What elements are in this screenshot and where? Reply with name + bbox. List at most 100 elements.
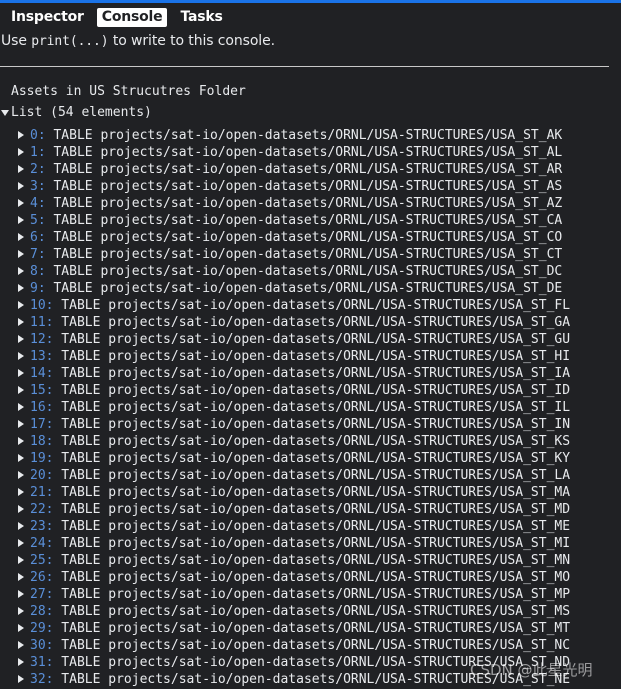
list-item[interactable]: 1: TABLE projects/sat-io/open-datasets/O… <box>18 144 621 161</box>
item-index: 30: <box>30 638 54 653</box>
list-item[interactable]: 16: TABLE projects/sat-io/open-datasets/… <box>18 399 621 416</box>
item-text: TABLE projects/sat-io/open-datasets/ORNL… <box>53 587 571 602</box>
caret-right-icon <box>18 555 24 564</box>
item-index: 22: <box>30 502 54 517</box>
caret-right-icon <box>18 657 24 666</box>
list-item[interactable]: 15: TABLE projects/sat-io/open-datasets/… <box>18 382 621 399</box>
caret-right-icon <box>18 215 24 224</box>
caret-right-icon <box>18 368 24 377</box>
item-text: TABLE projects/sat-io/open-datasets/ORNL… <box>53 383 571 398</box>
list-item[interactable]: 6: TABLE projects/sat-io/open-datasets/O… <box>18 229 621 246</box>
caret-right-icon <box>18 283 24 292</box>
item-index: 5: <box>30 213 46 228</box>
list-item[interactable]: 5: TABLE projects/sat-io/open-datasets/O… <box>18 212 621 229</box>
top-bar: Inspector Console Tasks <box>0 0 621 28</box>
item-text: TABLE projects/sat-io/open-datasets/ORNL… <box>53 434 571 449</box>
list-item[interactable]: 11: TABLE projects/sat-io/open-datasets/… <box>18 314 621 331</box>
list-item[interactable]: 18: TABLE projects/sat-io/open-datasets/… <box>18 433 621 450</box>
caret-right-icon <box>18 385 24 394</box>
list-item[interactable]: 28: TABLE projects/sat-io/open-datasets/… <box>18 603 621 620</box>
list-item[interactable]: 17: TABLE projects/sat-io/open-datasets/… <box>18 416 621 433</box>
list-item[interactable]: 0: TABLE projects/sat-io/open-datasets/O… <box>18 127 621 144</box>
item-index: 19: <box>30 451 54 466</box>
caret-right-icon <box>18 504 24 513</box>
list-item[interactable]: 20: TABLE projects/sat-io/open-datasets/… <box>18 467 621 484</box>
item-text: TABLE projects/sat-io/open-datasets/ORNL… <box>53 570 571 585</box>
list-item[interactable]: 12: TABLE projects/sat-io/open-datasets/… <box>18 331 621 348</box>
list-label: List (54 elements) <box>11 105 152 120</box>
item-text: TABLE projects/sat-io/open-datasets/ORNL… <box>45 281 563 296</box>
list-item[interactable]: 26: TABLE projects/sat-io/open-datasets/… <box>18 569 621 586</box>
list-item[interactable]: 27: TABLE projects/sat-io/open-datasets/… <box>18 586 621 603</box>
item-index: 28: <box>30 604 54 619</box>
item-index: 6: <box>30 230 46 245</box>
caret-right-icon <box>18 572 24 581</box>
caret-right-icon <box>18 181 24 190</box>
item-index: 12: <box>30 332 54 347</box>
list-item[interactable]: 13: TABLE projects/sat-io/open-datasets/… <box>18 348 621 365</box>
caret-right-icon <box>18 249 24 258</box>
caret-right-icon <box>18 674 24 683</box>
hint-prefix: Use <box>1 33 32 49</box>
item-text: TABLE projects/sat-io/open-datasets/ORNL… <box>53 349 571 364</box>
item-index: 29: <box>30 621 54 636</box>
list-item[interactable]: 30: TABLE projects/sat-io/open-datasets/… <box>18 637 621 654</box>
hint-code: print(...) <box>31 34 109 49</box>
list-item[interactable]: 29: TABLE projects/sat-io/open-datasets/… <box>18 620 621 637</box>
output-heading: Assets in US Strucutres Folder <box>11 84 246 99</box>
caret-right-icon <box>18 487 24 496</box>
list-item[interactable]: 22: TABLE projects/sat-io/open-datasets/… <box>18 501 621 518</box>
item-index: 9: <box>30 281 46 296</box>
list-item[interactable]: 7: TABLE projects/sat-io/open-datasets/O… <box>18 246 621 263</box>
item-index: 3: <box>30 179 46 194</box>
list-item[interactable]: 4: TABLE projects/sat-io/open-datasets/O… <box>18 195 621 212</box>
item-text: TABLE projects/sat-io/open-datasets/ORNL… <box>53 298 571 313</box>
watermark: CSDN @此星光明 <box>470 661 593 679</box>
list-item[interactable]: 2: TABLE projects/sat-io/open-datasets/O… <box>18 161 621 178</box>
list-item[interactable]: 10: TABLE projects/sat-io/open-datasets/… <box>18 297 621 314</box>
list-item[interactable]: 24: TABLE projects/sat-io/open-datasets/… <box>18 535 621 552</box>
item-index: 13: <box>30 349 54 364</box>
item-text: TABLE projects/sat-io/open-datasets/ORNL… <box>53 621 571 636</box>
list-item[interactable]: 3: TABLE projects/sat-io/open-datasets/O… <box>18 178 621 195</box>
item-index: 7: <box>30 247 46 262</box>
item-text: TABLE projects/sat-io/open-datasets/ORNL… <box>53 519 571 534</box>
caret-right-icon <box>18 300 24 309</box>
caret-right-icon <box>18 266 24 275</box>
list-item[interactable]: 9: TABLE projects/sat-io/open-datasets/O… <box>18 280 621 297</box>
tab-console[interactable]: Console <box>96 7 168 27</box>
item-text: TABLE projects/sat-io/open-datasets/ORNL… <box>53 536 571 551</box>
console-divider <box>0 66 609 67</box>
item-index: 31: <box>30 655 54 670</box>
item-text: TABLE projects/sat-io/open-datasets/ORNL… <box>45 128 563 143</box>
item-index: 27: <box>30 587 54 602</box>
item-text: TABLE projects/sat-io/open-datasets/ORNL… <box>53 451 571 466</box>
item-index: 8: <box>30 264 46 279</box>
item-text: TABLE projects/sat-io/open-datasets/ORNL… <box>45 179 563 194</box>
caret-right-icon <box>18 198 24 207</box>
caret-right-icon <box>18 606 24 615</box>
item-text: TABLE projects/sat-io/open-datasets/ORNL… <box>53 468 571 483</box>
item-index: 15: <box>30 383 54 398</box>
item-index: 2: <box>30 162 46 177</box>
item-index: 24: <box>30 536 54 551</box>
caret-right-icon <box>18 130 24 139</box>
hint-suffix: to write to this console. <box>108 33 275 49</box>
list-item[interactable]: 23: TABLE projects/sat-io/open-datasets/… <box>18 518 621 535</box>
list-item[interactable]: 14: TABLE projects/sat-io/open-datasets/… <box>18 365 621 382</box>
item-text: TABLE projects/sat-io/open-datasets/ORNL… <box>53 553 571 568</box>
list-toggle[interactable]: List (54 elements) <box>1 105 152 120</box>
list-item[interactable]: 25: TABLE projects/sat-io/open-datasets/… <box>18 552 621 569</box>
tab-tasks[interactable]: Tasks <box>175 8 227 27</box>
item-text: TABLE projects/sat-io/open-datasets/ORNL… <box>53 332 571 347</box>
list-item[interactable]: 21: TABLE projects/sat-io/open-datasets/… <box>18 484 621 501</box>
item-index: 23: <box>30 519 54 534</box>
tab-inspector[interactable]: Inspector <box>6 8 89 27</box>
item-text: TABLE projects/sat-io/open-datasets/ORNL… <box>45 230 563 245</box>
item-text: TABLE projects/sat-io/open-datasets/ORNL… <box>53 400 571 415</box>
item-text: TABLE projects/sat-io/open-datasets/ORNL… <box>53 417 571 432</box>
list-item[interactable]: 19: TABLE projects/sat-io/open-datasets/… <box>18 450 621 467</box>
scrollbar[interactable] <box>609 28 621 689</box>
item-text: TABLE projects/sat-io/open-datasets/ORNL… <box>53 502 571 517</box>
list-item[interactable]: 8: TABLE projects/sat-io/open-datasets/O… <box>18 263 621 280</box>
